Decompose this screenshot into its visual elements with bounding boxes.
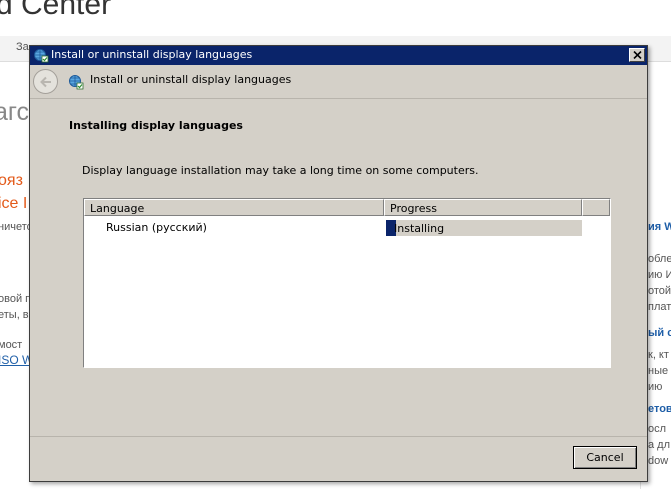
background-text-3: еты, в — [0, 309, 29, 321]
background-right-heading-3[interactable]: етов — [648, 403, 671, 415]
dialog-footer: Cancel — [30, 437, 647, 481]
background-right-heading-2[interactable]: ый с — [648, 327, 671, 339]
language-install-dialog: Install or uninstall display languages I… — [29, 45, 648, 482]
background-nav-text: За — [16, 41, 29, 53]
background-right-text-3: отой — [648, 285, 671, 297]
background-section-heading: агс — [0, 98, 29, 126]
list-item[interactable]: Russian (русский) Installing — [84, 219, 610, 236]
column-header-progress[interactable]: Progress — [384, 199, 582, 216]
background-right-text-1: обле — [648, 253, 671, 265]
background-page-heading: d Center — [0, 0, 112, 21]
background-right-heading-1[interactable]: ия W — [648, 221, 671, 233]
close-button[interactable] — [629, 48, 645, 62]
cancel-button[interactable]: Cancel — [573, 446, 637, 469]
list-header: Language Progress — [84, 199, 610, 216]
dialog-titlebar[interactable]: Install or uninstall display languages — [30, 46, 647, 65]
background-orange-text-2: ice I — [0, 195, 28, 212]
background-text-4: мост — [0, 339, 23, 351]
dialog-title: Install or uninstall display languages — [51, 48, 253, 61]
back-arrow-icon — [40, 76, 51, 88]
background-right-text-8: осл — [648, 423, 667, 435]
background-right-text-7: ию — [648, 381, 663, 393]
back-button[interactable] — [33, 69, 58, 94]
column-header-filler — [582, 199, 610, 216]
background-right-text-6: ные — [648, 365, 669, 377]
column-header-language[interactable]: Language — [84, 199, 384, 216]
header-title: Install or uninstall display languages — [90, 73, 292, 86]
close-icon — [633, 51, 642, 59]
language-name: Russian (русский) — [106, 221, 207, 234]
description-text: Display language installation may take a… — [82, 164, 479, 177]
globe-language-icon — [33, 48, 49, 63]
background-right-text-4: плат — [648, 301, 671, 313]
progress-bar: Installing — [386, 220, 582, 236]
progress-status: Installing — [394, 222, 445, 235]
background-right-text-9: а дл — [648, 439, 671, 451]
language-list[interactable]: Language Progress Russian (русский) Inst… — [83, 198, 611, 368]
globe-language-icon — [68, 74, 84, 90]
background-right-text-10: dow — [648, 455, 669, 467]
background-text-1: ничето — [0, 221, 33, 233]
dialog-content: Installing display languages Display lan… — [30, 98, 647, 437]
dialog-header: Install or uninstall display languages — [30, 65, 647, 98]
background-right-text-2: ию И — [648, 269, 671, 281]
section-title: Installing display languages — [69, 119, 243, 132]
background-orange-text-1: ояз — [0, 172, 23, 189]
background-right-text-5: к, кт — [648, 349, 669, 361]
background-text-2: овой п — [0, 293, 32, 305]
